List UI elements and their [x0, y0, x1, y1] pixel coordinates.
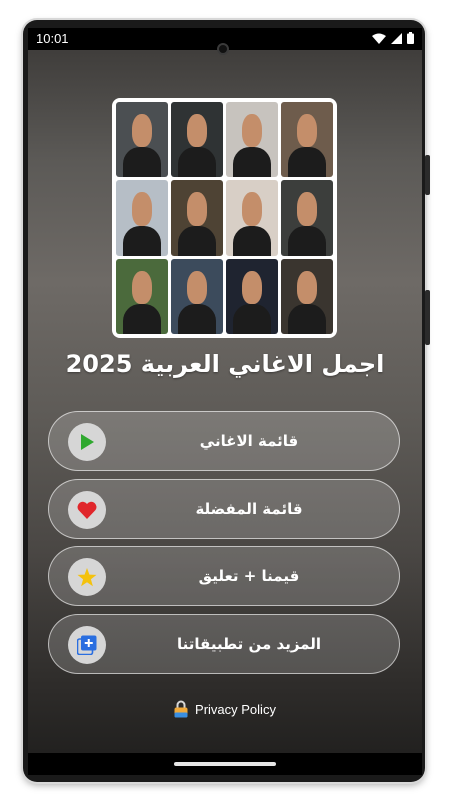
more-apps-button[interactable]: المزيد من تطبيقاتنا	[48, 614, 400, 674]
home-indicator[interactable]	[174, 762, 276, 766]
privacy-policy-link[interactable]: Privacy Policy	[28, 700, 422, 718]
artist-photo	[116, 102, 168, 178]
rate-us-button[interactable]: قيمنا + تعليق	[48, 546, 400, 606]
power-button	[425, 290, 430, 345]
favorites-label: قائمة المفضلة	[195, 500, 303, 518]
artist-photo	[116, 180, 168, 256]
favorites-button[interactable]: قائمة المفضلة	[48, 479, 400, 539]
artist-photo	[171, 258, 223, 334]
status-time: 10:01	[36, 31, 69, 46]
star-icon	[77, 567, 97, 586]
battery-icon	[407, 32, 414, 44]
signal-icon	[391, 32, 402, 44]
star-icon-circle	[68, 558, 106, 596]
status-icons	[372, 32, 414, 44]
more-apps-label: المزيد من تطبيقاتنا	[177, 635, 321, 653]
artist-photo	[226, 102, 278, 178]
privacy-policy-label: Privacy Policy	[195, 701, 276, 717]
lock-icon	[174, 700, 188, 718]
artist-photo	[116, 258, 168, 334]
wifi-icon	[372, 33, 386, 44]
play-icon	[81, 434, 94, 450]
play-icon-circle	[68, 423, 106, 461]
heart-icon	[77, 501, 97, 519]
artist-photo	[226, 180, 278, 256]
front-camera	[217, 43, 229, 55]
app-title: اجمل الاغاني العربية 2025	[65, 350, 385, 378]
artist-photo	[171, 180, 223, 256]
artist-photo	[281, 102, 333, 178]
add-apps-icon	[77, 635, 97, 655]
add-apps-icon-circle	[68, 626, 106, 664]
app-screen: 10:01 اجمل الاغاني العربية 2025 قائمة ال…	[28, 28, 422, 775]
songs-list-button[interactable]: قائمة الاغاني	[48, 411, 400, 471]
heart-icon-circle	[68, 491, 106, 529]
artist-photo	[171, 102, 223, 178]
artist-photo	[226, 258, 278, 334]
navigation-bar	[28, 753, 422, 775]
rate-us-label: قيمنا + تعليق	[198, 567, 300, 585]
songs-list-label: قائمة الاغاني	[199, 432, 299, 450]
artist-photo	[281, 180, 333, 256]
artists-collage	[112, 98, 337, 338]
volume-button	[425, 155, 430, 195]
artist-photo	[281, 258, 333, 334]
